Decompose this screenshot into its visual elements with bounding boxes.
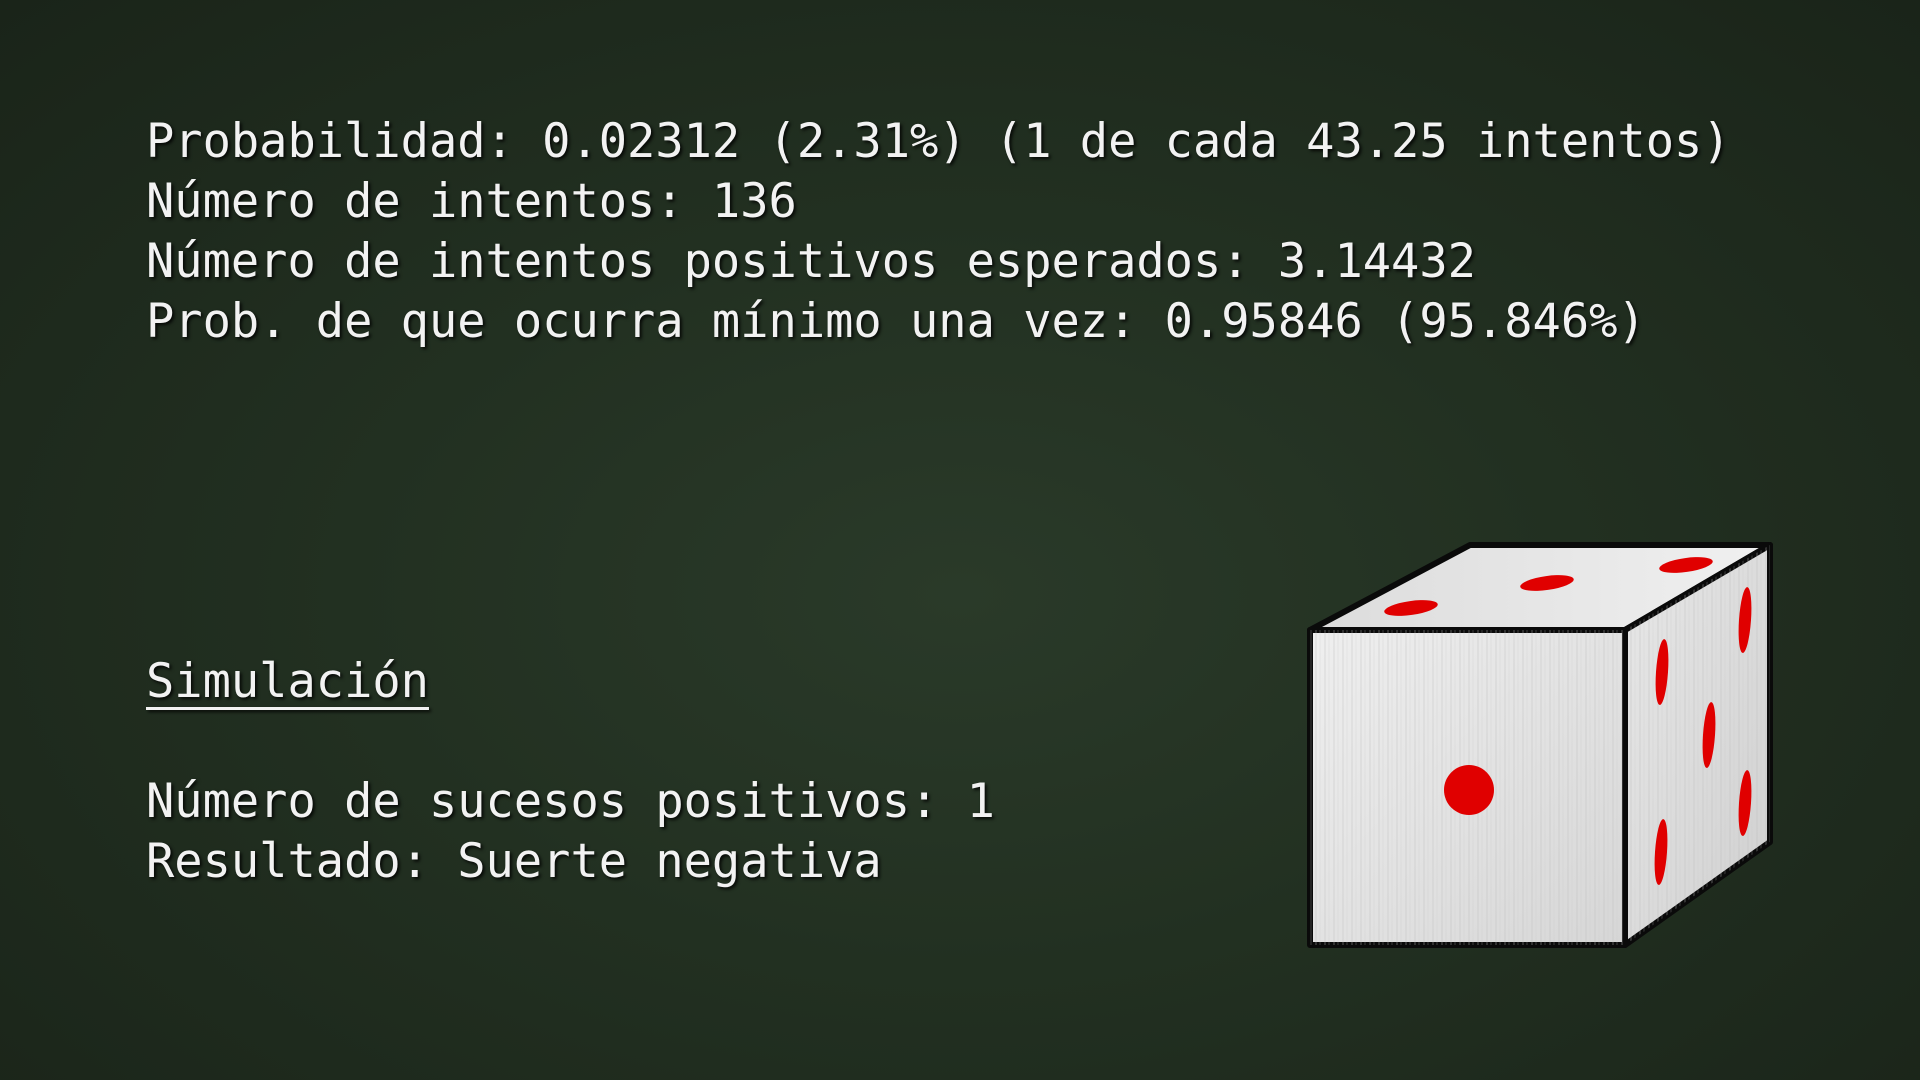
result-text: Resultado: Suerte negativa: [146, 834, 882, 889]
simulation-title: Simulación: [146, 654, 429, 709]
positive-events-text: Número de sucesos positivos: 1: [146, 774, 995, 829]
probability-text: Probabilidad: 0.02312 (2.31%) (1 de cada…: [146, 114, 1731, 169]
attempts-text: Número de intentos: 136: [146, 174, 797, 229]
prob-at-least-once-text: Prob. de que ocurra mínimo una vez: 0.95…: [146, 294, 1646, 349]
probability-stats: Probabilidad: 0.02312 (2.31%) (1 de cada…: [146, 112, 1731, 352]
dice-front-face: [1307, 627, 1628, 948]
expected-positive-text: Número de intentos positivos esperados: …: [146, 234, 1476, 289]
dice-pip: [1444, 765, 1494, 815]
simulation-results: Número de sucesos positivos: 1 Resultado…: [146, 772, 995, 892]
dice-icon: [1307, 542, 1773, 948]
